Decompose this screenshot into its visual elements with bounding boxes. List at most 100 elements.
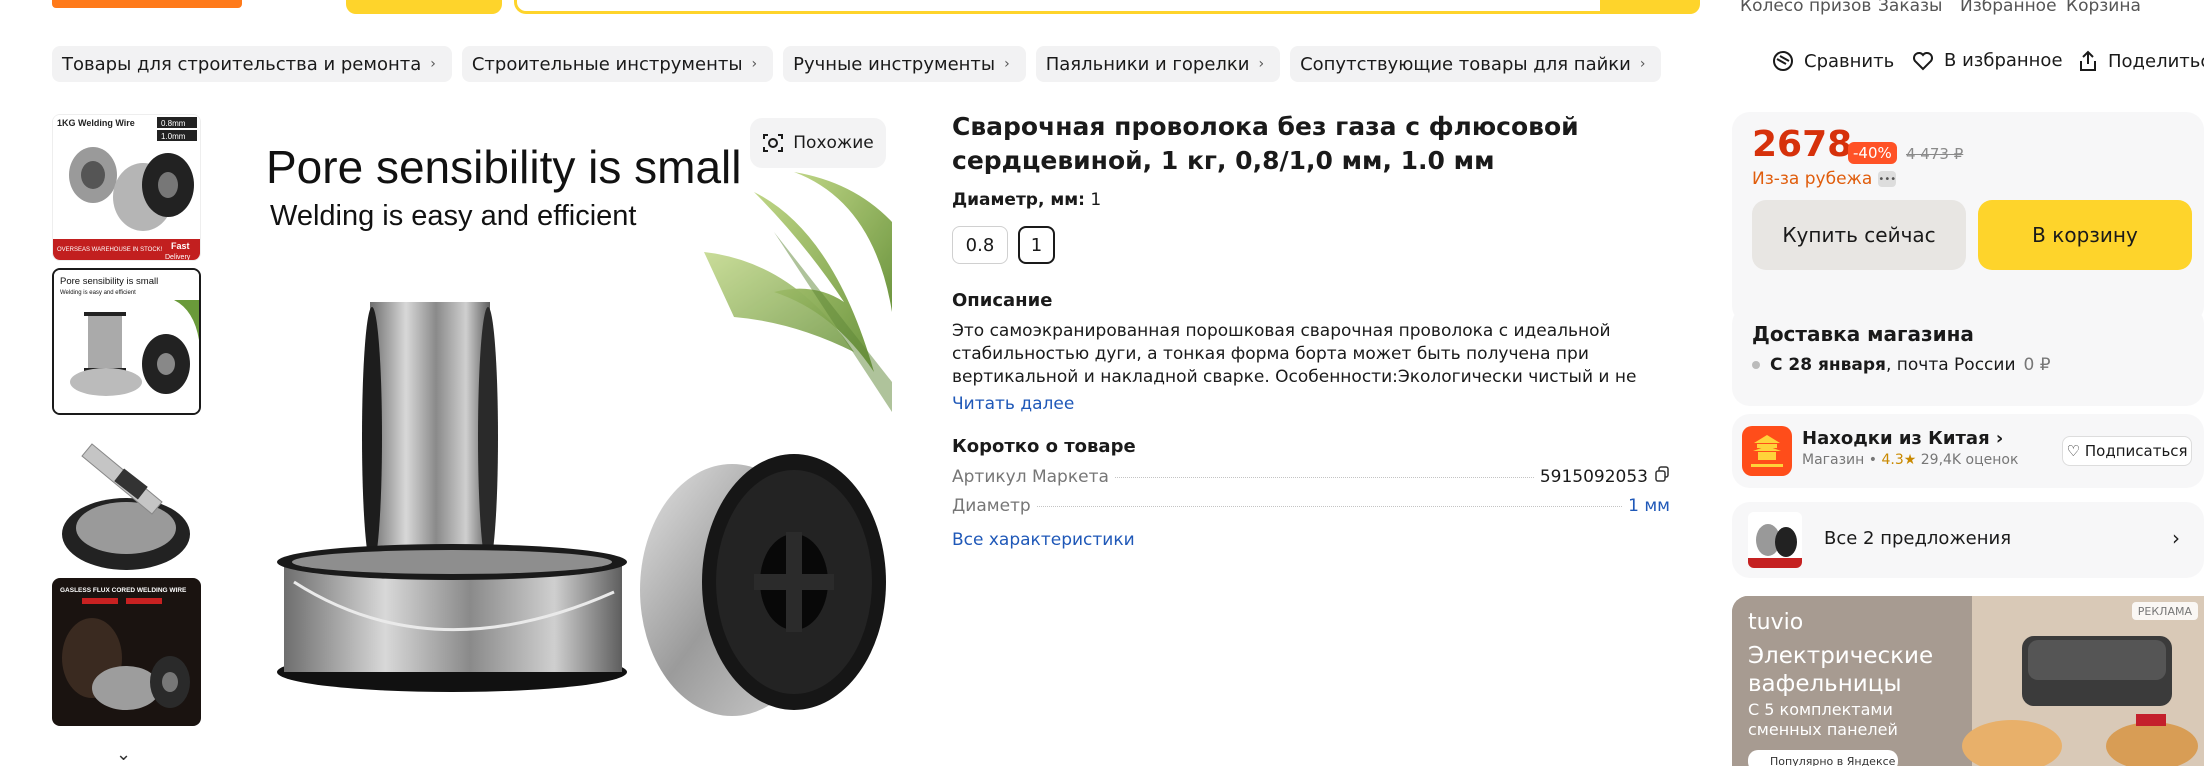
breadcrumb: Товары для строительства и ремонта › Стро… xyxy=(52,46,1662,82)
breadcrumb-label: Паяльники и горелки xyxy=(1045,53,1250,75)
lens-scan-icon xyxy=(763,134,784,152)
heart-icon xyxy=(1913,51,1933,70)
favorites-link[interactable]: Избранное xyxy=(1960,0,2057,16)
shop-name[interactable]: Находки из Китая › xyxy=(1802,428,2003,449)
spec-key: Артикул Маркета xyxy=(952,467,1109,487)
buy-now-button[interactable]: Купить сейчас xyxy=(1752,200,1966,270)
spec-value: 5915092053 xyxy=(1539,467,1648,487)
price: 2678₽ xyxy=(1752,124,1862,165)
diameter-option-1[interactable]: 1 xyxy=(1018,226,1055,264)
shop-rating: 4.3 xyxy=(1881,452,1904,468)
ad-title-line: вафельницы xyxy=(1748,671,1902,697)
search-button[interactable] xyxy=(1600,0,1700,14)
chevron-right-icon: › xyxy=(2172,526,2180,550)
compare-button[interactable]: Сравнить xyxy=(1772,50,1894,72)
thumb1-badge1: 0.8mm xyxy=(161,119,186,128)
compare-icon xyxy=(1773,51,1793,71)
thumb1-fast: Fast xyxy=(171,241,190,251)
shop-logo xyxy=(1742,426,1792,476)
thumb2-line1: Pore sensibility is small xyxy=(60,276,158,287)
chevron-right-icon: › xyxy=(1639,56,1646,72)
orders-link[interactable]: Заказы xyxy=(1878,0,1942,16)
delivery-method: , почта России xyxy=(1885,355,2016,375)
diameter-value: 1 xyxy=(1090,190,1102,210)
shop-meta: Магазин • 4.3★ 29,4K оценок xyxy=(1802,452,2019,468)
chevron-right-icon: › xyxy=(430,56,436,72)
gallery-thumbnail-3[interactable] xyxy=(52,424,201,571)
description-heading: Описание xyxy=(952,290,1053,311)
breadcrumb-item[interactable]: Паяльники и горелки › xyxy=(1035,46,1281,82)
breadcrumb-label: Сопутствующие товары для пайки xyxy=(1300,53,1631,75)
delivery-cost: 0 ₽ xyxy=(2023,355,2051,375)
prize-wheel-link[interactable]: Колесо призов xyxy=(1740,0,1871,16)
thumb4-title: GASLESS FLUX CORED WELDING WIRE xyxy=(60,587,187,594)
price-value: 2678 xyxy=(1752,124,1853,165)
thumbnail-image: 1KG Welding Wire 0.8mm 1.0mm OVERSEAS WA… xyxy=(53,115,200,260)
gallery-thumbnail-2[interactable]: Pore sensibility is small Welding is eas… xyxy=(52,268,201,415)
diameter-option-0-8[interactable]: 0.8 xyxy=(952,226,1008,264)
breadcrumb-label: Товары для строительства и ремонта xyxy=(62,53,422,75)
shop-name-label: Находки из Китая xyxy=(1802,428,1990,449)
delivery-option[interactable]: С 28 января , почта России 0 ₽ xyxy=(1752,355,2051,375)
breadcrumb-item[interactable]: Ручные инструменты › xyxy=(783,46,1026,82)
breadcrumb-item[interactable]: Сопутствующие товары для пайки › xyxy=(1290,46,1662,82)
copy-icon[interactable] xyxy=(1654,466,1670,482)
leader-dots xyxy=(1036,506,1623,507)
subscribe-button[interactable]: ♡ Подписаться xyxy=(2062,436,2192,466)
cart-link[interactable]: Корзина xyxy=(2066,0,2141,16)
leader-dots xyxy=(1114,477,1534,478)
product-title: Сварочная проволока без газа с флюсовой … xyxy=(952,112,1579,175)
chevron-right-icon: › xyxy=(1995,428,2004,449)
thumb2-line2: Welding is easy and efficient xyxy=(60,290,136,296)
heart-icon: ♡ xyxy=(2066,442,2080,460)
diameter-selector-label: Диаметр, мм: 1 xyxy=(952,190,1101,210)
more-info-icon[interactable]: ••• xyxy=(1878,171,1897,187)
old-price: 4 473 ₽ xyxy=(1906,145,1964,163)
share-icon xyxy=(2080,50,2096,71)
advertisement-banner[interactable]: tuvio Электрические вафельницы С 5 компл… xyxy=(1732,596,2204,766)
ad-subtitle: С 5 комплектами сменных панелей xyxy=(1748,700,1898,740)
ad-title-line: Электрические xyxy=(1748,643,1934,669)
thumbnail-image: GASLESS FLUX CORED WELDING WIRE xyxy=(52,578,201,726)
spec-value-link[interactable]: 1 мм xyxy=(1628,496,1670,516)
short-info-heading: Коротко о товаре xyxy=(952,436,1136,457)
thumbnail-image xyxy=(52,424,201,571)
gallery-thumbnail-1[interactable]: 1KG Welding Wire 0.8mm 1.0mm OVERSEAS WA… xyxy=(52,114,201,261)
welding-wire-spools-illustration xyxy=(277,172,892,716)
breadcrumb-item[interactable]: Товары для строительства и ремонта › xyxy=(52,46,452,82)
discount-badge: -40% xyxy=(1848,142,1897,164)
description-text: Это самоэкранированная порошковая свароч… xyxy=(952,321,1637,387)
breadcrumb-label: Ручные инструменты xyxy=(793,53,996,75)
read-more-link[interactable]: Читать далее xyxy=(952,394,1074,414)
similar-products-button[interactable]: Похожие xyxy=(750,118,886,168)
thumbnail-image xyxy=(1748,512,1802,568)
thumbnail-image: Pore sensibility is small Welding is eas… xyxy=(54,270,199,413)
favorite-label: В избранное xyxy=(1944,50,2063,71)
gallery-thumbnail-4[interactable]: GASLESS FLUX CORED WELDING WIRE xyxy=(52,578,201,726)
chevron-down-icon[interactable]: ⌄ xyxy=(116,744,131,765)
spec-key: Диаметр xyxy=(952,496,1031,516)
share-label: Поделиться xyxy=(2108,50,2204,72)
spec-row-diameter: Диаметр 1 мм xyxy=(952,496,1670,516)
product-main-image[interactable]: Pore sensibility is small Welding is eas… xyxy=(234,112,892,766)
logo[interactable] xyxy=(52,0,242,8)
all-specs-link[interactable]: Все характеристики xyxy=(952,530,1135,550)
offers-thumbnail xyxy=(1748,512,1802,568)
thumb1-badge2: 1.0mm xyxy=(161,132,186,141)
search-input[interactable] xyxy=(514,0,1700,14)
breadcrumb-label: Строительные инструменты xyxy=(471,53,743,75)
ad-brand: tuvio xyxy=(1748,610,1804,635)
catalog-button[interactable] xyxy=(346,0,502,14)
spec-row-sku: Артикул Маркета 5915092053 xyxy=(952,466,1670,487)
pagoda-icon xyxy=(1751,435,1783,467)
thumb1-title: 1KG Welding Wire xyxy=(57,118,135,128)
share-button[interactable]: Поделиться xyxy=(2078,50,2204,72)
ad-subtitle-line: сменных панелей xyxy=(1748,720,1898,739)
breadcrumb-item[interactable]: Строительные инструменты › xyxy=(461,46,774,82)
add-to-cart-button[interactable]: В корзину xyxy=(1978,200,2192,270)
ad-title: Электрические вафельницы xyxy=(1748,642,1933,698)
diameter-label: Диаметр, мм: xyxy=(952,190,1085,210)
ad-tag: РЕКЛАМА xyxy=(2131,602,2198,620)
similar-label: Похожие xyxy=(793,133,874,153)
add-to-favorites-button[interactable]: В избранное xyxy=(1912,50,2063,71)
